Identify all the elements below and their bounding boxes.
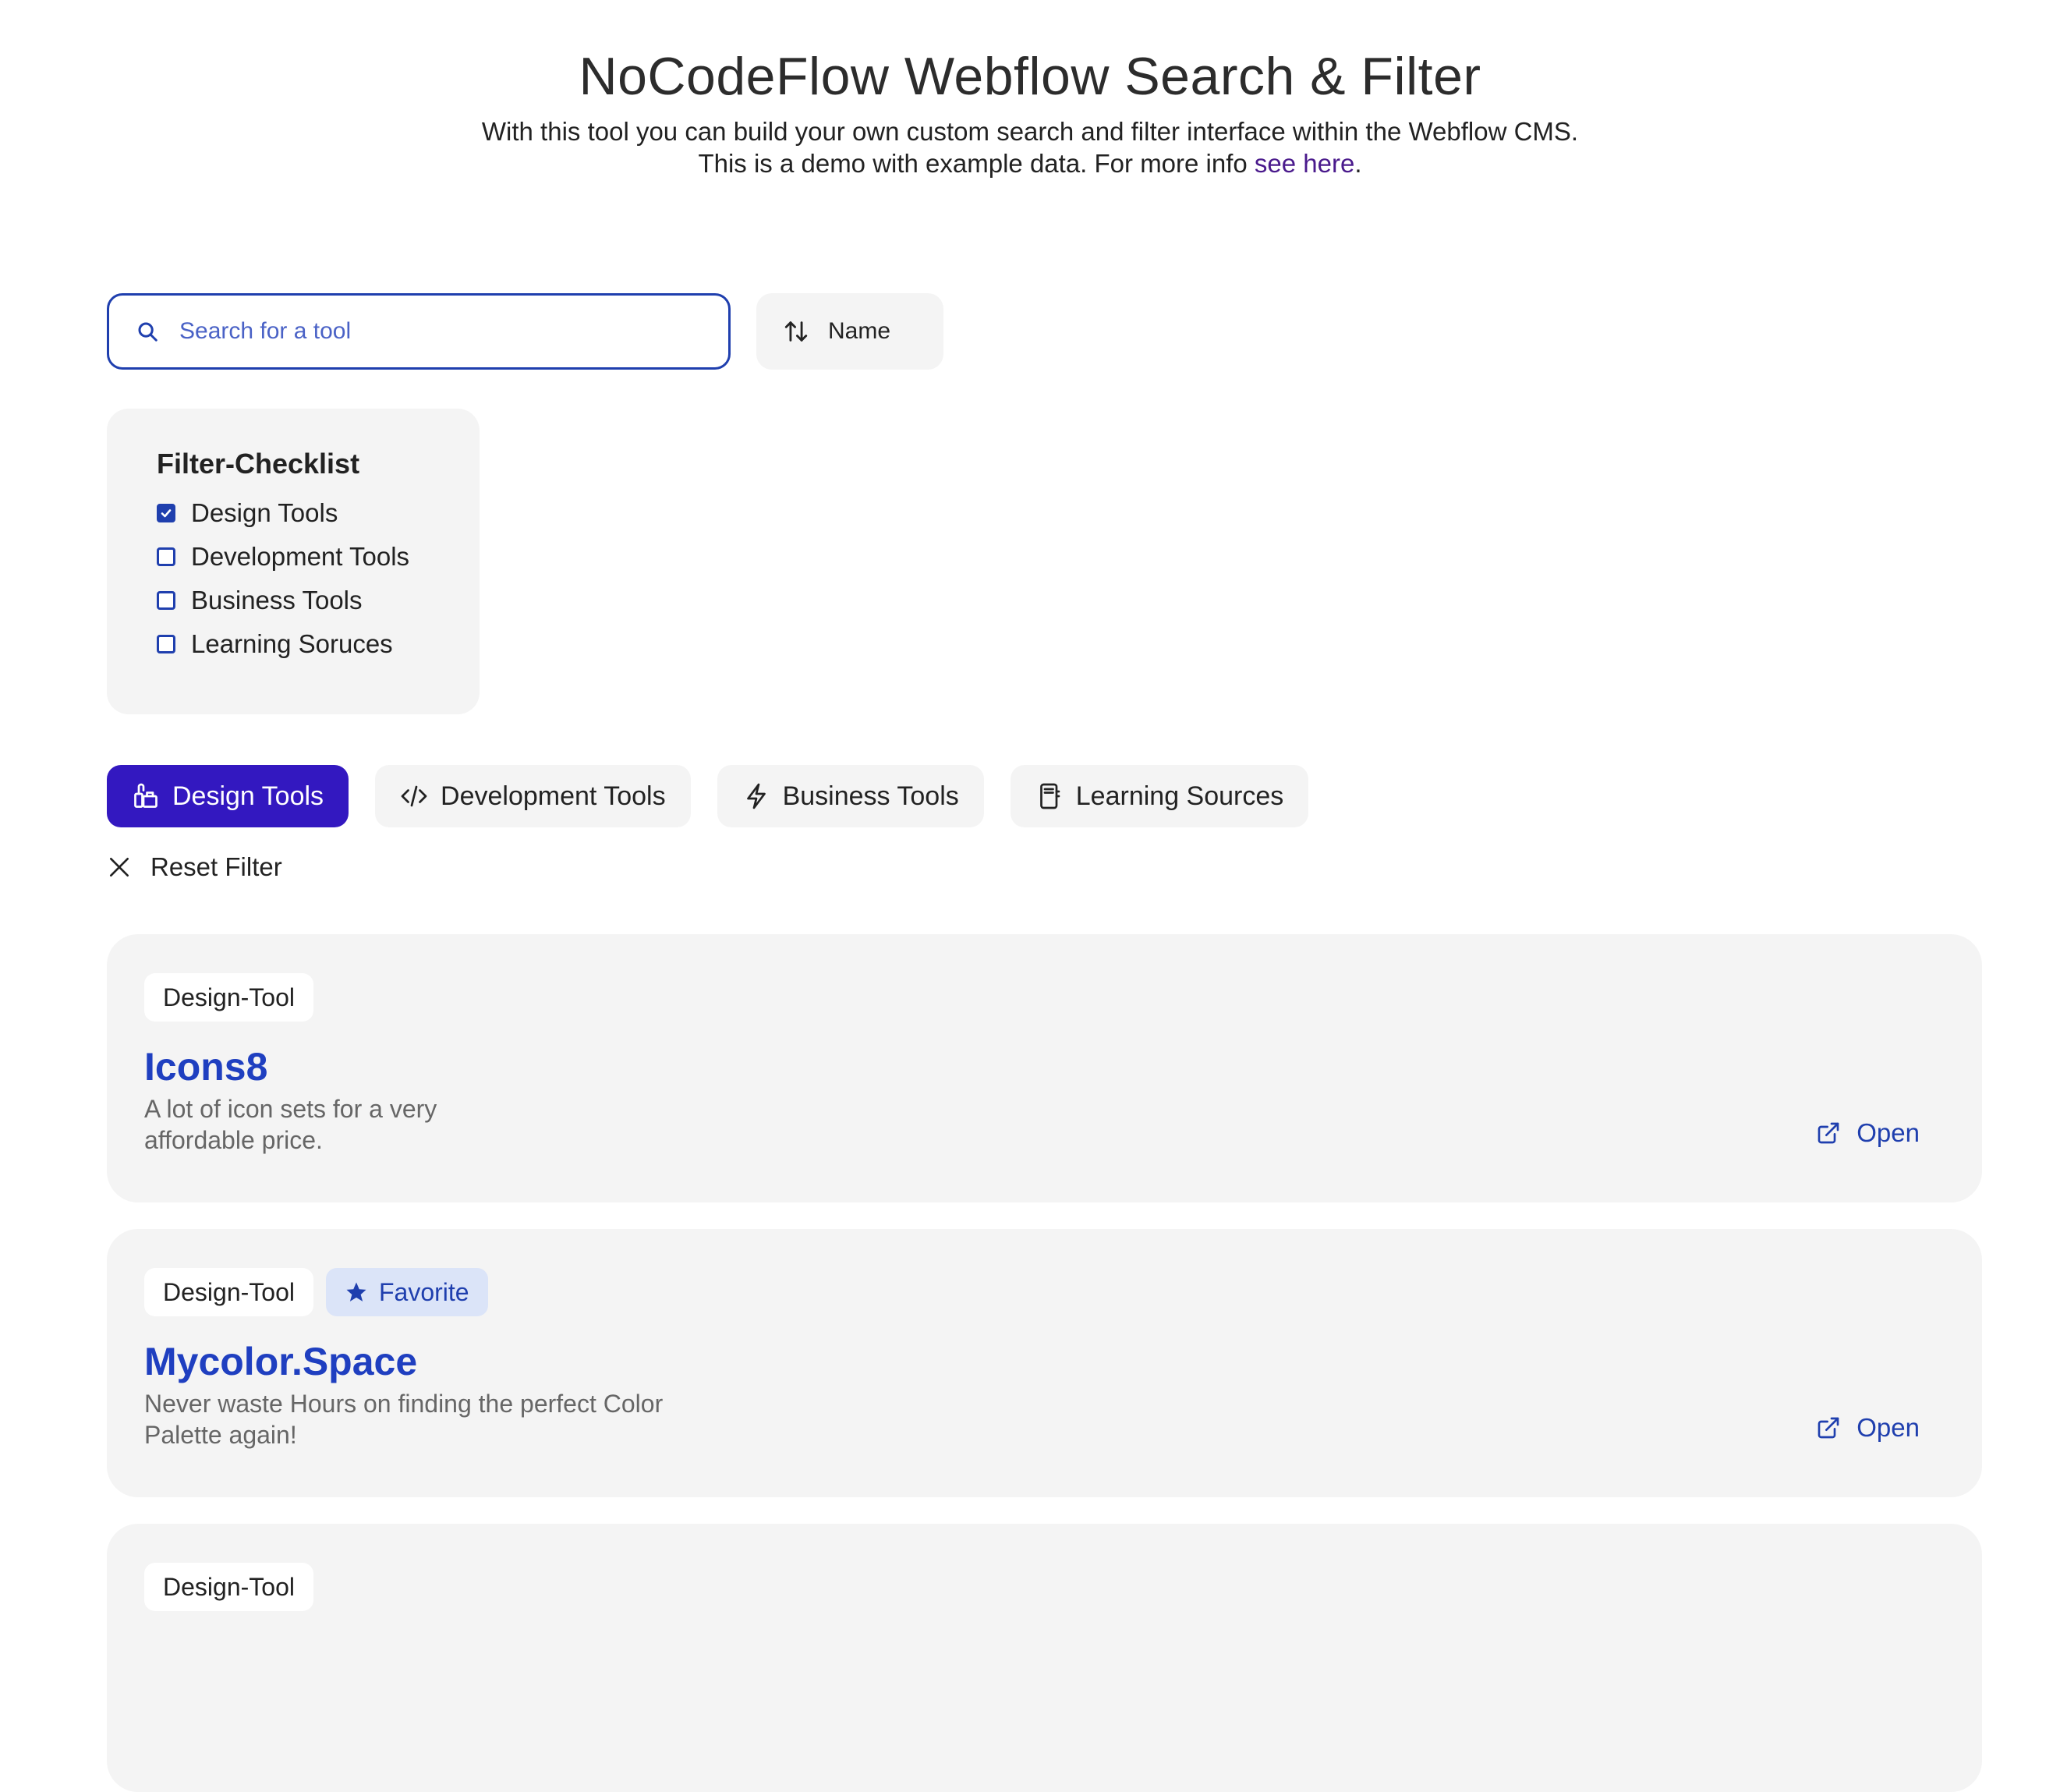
- favorite-label: Favorite: [378, 1277, 469, 1306]
- tool-name[interactable]: Mycolor.Space: [144, 1340, 1982, 1383]
- tool-card: Design-Tool: [107, 1524, 1982, 1792]
- external-link-icon: [1816, 1120, 1842, 1146]
- checkbox[interactable]: [157, 635, 175, 653]
- category-tag: Design-Tool: [144, 1268, 313, 1316]
- lightning-icon: [742, 782, 770, 810]
- page-title: NoCodeFlow Webflow Search & Filter: [579, 47, 1481, 106]
- checklist-label: Learning Soruces: [191, 629, 393, 658]
- open-label: Open: [1856, 1413, 1920, 1442]
- sort-label: Name: [828, 318, 891, 344]
- open-label: Open: [1856, 1118, 1920, 1147]
- page-header: NoCodeFlow Webflow Search & Filter With …: [0, 45, 2060, 179]
- tool-description-line: affordable price.: [144, 1126, 323, 1154]
- checklist-item-design-tools[interactable]: Design Tools: [157, 491, 480, 535]
- search-input[interactable]: [178, 317, 680, 345]
- checkbox[interactable]: [157, 547, 175, 566]
- page-subtitle: With this tool you can build your own cu…: [0, 115, 2060, 179]
- notebook-icon: [1035, 782, 1064, 810]
- filter-checklist: Filter-Checklist Design Tools Developmen…: [107, 409, 480, 714]
- tool-description: Never waste Hours on finding the perfect…: [144, 1388, 768, 1450]
- subtitle-line-2-suffix: .: [1354, 149, 1362, 178]
- checkbox-checked[interactable]: [157, 504, 175, 522]
- tab-learning-sources[interactable]: Learning Sources: [1010, 765, 1309, 827]
- tool-description-line: A lot of icon sets for a very: [144, 1095, 437, 1123]
- tool-card: Design-Tool Favorite Mycolor.Space Never…: [107, 1229, 1982, 1497]
- tab-label: Learning Sources: [1075, 781, 1284, 811]
- search-box[interactable]: [107, 293, 731, 370]
- card-tags: Design-Tool: [144, 973, 1982, 1022]
- reset-filter-button[interactable]: Reset Filter: [107, 850, 282, 884]
- card-tags: Design-Tool: [144, 1563, 1982, 1611]
- tab-label: Business Tools: [782, 781, 959, 811]
- category-tag: Design-Tool: [144, 973, 313, 1022]
- tab-business-tools[interactable]: Business Tools: [717, 765, 984, 827]
- filter-checklist-title: Filter-Checklist: [157, 448, 360, 480]
- tool-card: Design-Tool Icons8 A lot of icon sets fo…: [107, 934, 1982, 1202]
- code-icon: [400, 782, 428, 810]
- subtitle-line-2: This is a demo with example data. For mo…: [0, 147, 2060, 179]
- tab-label: Design Tools: [172, 781, 324, 811]
- open-link[interactable]: Open: [1816, 1413, 1920, 1443]
- tab-development-tools[interactable]: Development Tools: [375, 765, 691, 827]
- tool-description-line: Palette again!: [144, 1421, 297, 1449]
- subtitle-line-1: With this tool you can build your own cu…: [481, 117, 1579, 146]
- tab-label: Development Tools: [441, 781, 666, 811]
- star-icon: [345, 1280, 368, 1304]
- external-link-icon: [1816, 1415, 1842, 1441]
- checklist-label: Development Tools: [191, 542, 410, 571]
- tool-name[interactable]: Icons8: [144, 1045, 1982, 1089]
- tool-description-line: Never waste Hours on finding the perfect…: [144, 1390, 664, 1418]
- favorite-badge: Favorite: [325, 1268, 488, 1316]
- checklist-label: Business Tools: [191, 586, 363, 614]
- see-here-link[interactable]: see here: [1255, 149, 1354, 178]
- checklist-item-learning-sources[interactable]: Learning Soruces: [157, 622, 480, 666]
- checklist-label: Design Tools: [191, 498, 338, 527]
- close-icon: [107, 854, 133, 880]
- search-icon: [136, 318, 162, 345]
- category-tag: Design-Tool: [144, 1563, 313, 1611]
- card-tags: Design-Tool Favorite: [144, 1268, 1982, 1316]
- category-tabs: Design Tools Development Tools Business …: [107, 765, 1309, 827]
- sort-button[interactable]: Name: [756, 293, 943, 370]
- checklist-item-business-tools[interactable]: Business Tools: [157, 579, 480, 622]
- tool-description: A lot of icon sets for a very affordable…: [144, 1093, 768, 1156]
- reset-filter-label: Reset Filter: [150, 852, 282, 881]
- paint-bucket-icon: [132, 782, 160, 810]
- open-link[interactable]: Open: [1816, 1118, 1920, 1148]
- tab-design-tools[interactable]: Design Tools: [107, 765, 349, 827]
- checkbox[interactable]: [157, 591, 175, 610]
- sort-arrows-icon: [783, 318, 809, 345]
- checklist-item-development-tools[interactable]: Development Tools: [157, 535, 480, 579]
- subtitle-line-2-text: This is a demo with example data. For mo…: [698, 149, 1255, 178]
